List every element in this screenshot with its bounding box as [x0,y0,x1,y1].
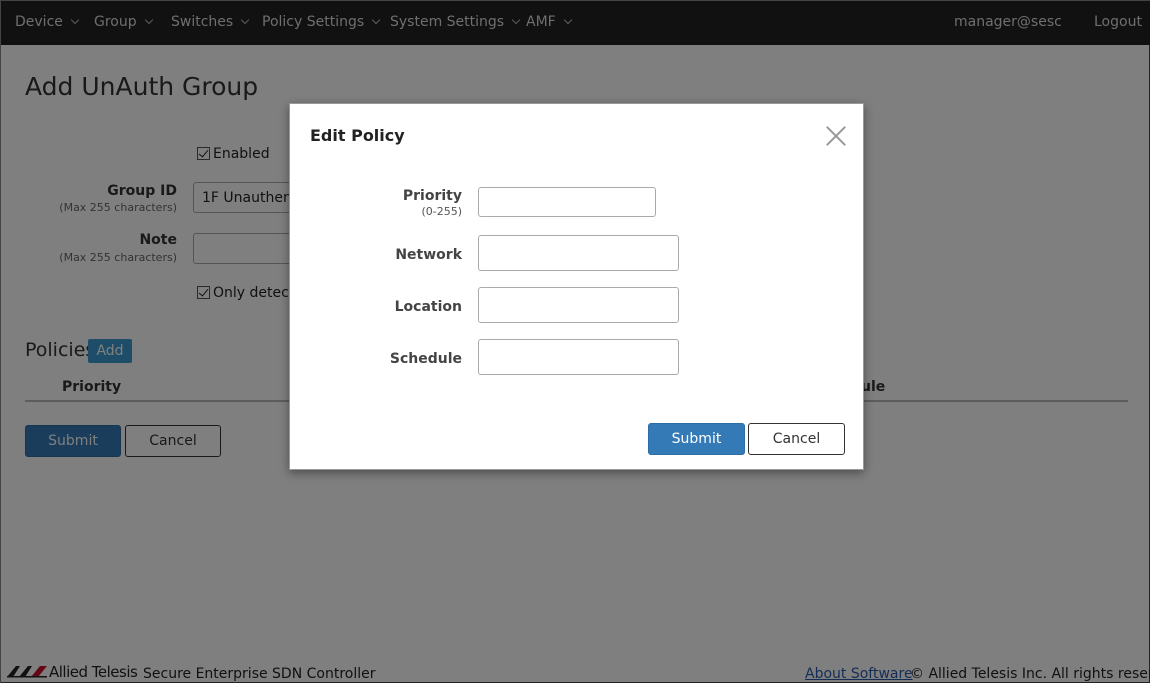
network-input[interactable] [478,235,679,271]
app-frame: Device Group Switches Policy Settings Sy… [0,0,1150,683]
dialog-title: Edit Policy [310,126,405,145]
priority-input[interactable] [478,187,656,217]
schedule-label: Schedule [389,351,462,367]
dialog-submit-button[interactable]: Submit [648,423,745,455]
dialog-cancel-button[interactable]: Cancel [748,423,845,455]
priority-label: Priority [402,188,462,204]
network-label: Network [395,247,462,263]
location-input[interactable] [478,287,679,323]
priority-hint: (0-255) [421,205,462,218]
edit-policy-dialog: Edit Policy Priority (0-255) Network Loc… [289,103,864,470]
close-icon[interactable] [825,125,847,147]
location-label: Location [394,299,462,315]
schedule-input[interactable] [478,339,679,375]
